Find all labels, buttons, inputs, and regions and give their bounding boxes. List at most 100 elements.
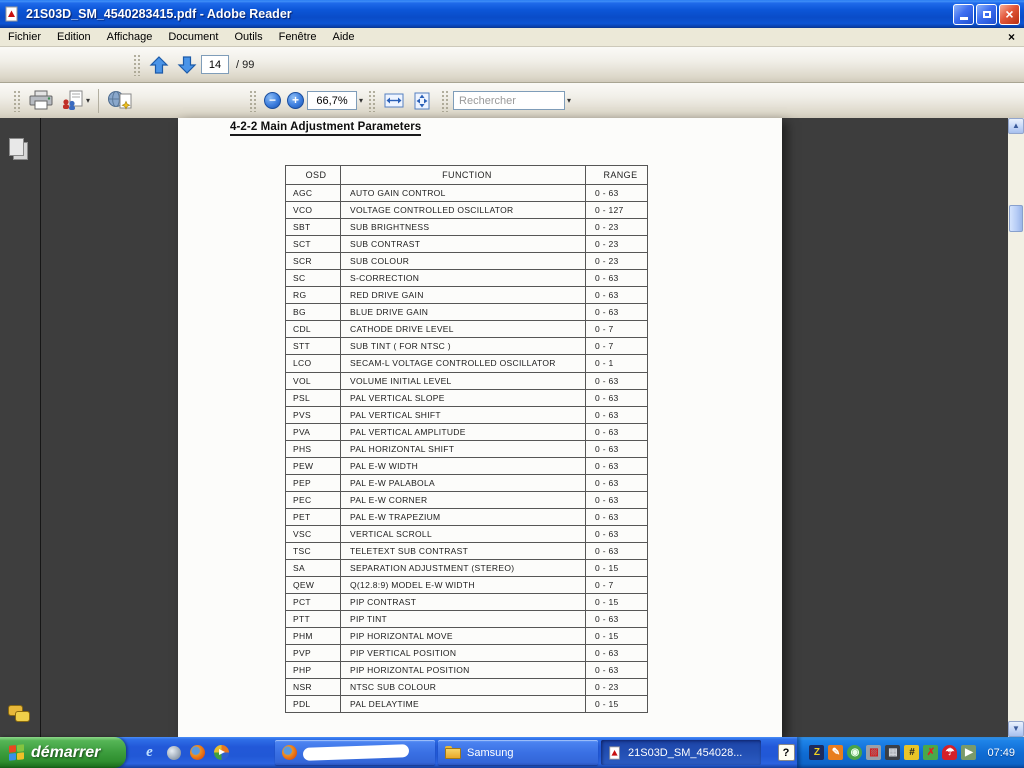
menu-fichier[interactable]: Fichier xyxy=(0,30,49,44)
toolbar-grip[interactable] xyxy=(249,89,257,112)
range-cell: 0 - 7 xyxy=(585,576,648,595)
search-input[interactable] xyxy=(453,91,566,110)
table-row: QEW Q(12.8:9) MODEL E-W WIDTH 0 - 7 xyxy=(285,576,648,595)
menu-outils[interactable]: Outils xyxy=(226,30,270,44)
parameters-table: OSD FUNCTION RANGE AGC AUTO GAIN CONTROL… xyxy=(285,165,648,714)
zoom-dropdown-caret-icon[interactable]: ▾ xyxy=(359,96,363,105)
create-pdf-online-button[interactable] xyxy=(104,88,136,113)
internet-explorer-icon[interactable]: e xyxy=(142,744,157,760)
print-button[interactable] xyxy=(25,88,57,113)
function-cell: VERTICAL SCROLL xyxy=(340,524,586,543)
desktop: 21S03D_SM_4540283415.pdf - Adobe Reader … xyxy=(0,0,1024,768)
comments-tab-icon[interactable] xyxy=(8,705,30,723)
function-cell: PAL HORIZONTAL SHIFT xyxy=(340,439,586,458)
next-page-button[interactable] xyxy=(173,52,201,78)
table-row: SC S-CORRECTION 0 - 63 xyxy=(285,269,648,288)
table-row: SA SEPARATION ADJUSTMENT (STEREO) 0 - 15 xyxy=(285,559,648,578)
previous-page-button[interactable] xyxy=(145,52,173,78)
toolbar-grip[interactable] xyxy=(441,89,449,112)
range-cell: 0 - 63 xyxy=(585,507,648,526)
close-document-icon[interactable]: × xyxy=(1008,31,1015,43)
pdf-page: 4-2-2 Main Adjustment Parameters OSD FUN… xyxy=(178,118,782,737)
zonealarm-tray-icon[interactable]: Z xyxy=(809,745,825,760)
table-row: BG BLUE DRIVE GAIN 0 - 63 xyxy=(285,303,648,322)
taskbar-button-samsung[interactable]: Samsung xyxy=(438,740,598,765)
menu-fenetre[interactable]: Fenêtre xyxy=(271,30,325,44)
vertical-scrollbar[interactable]: ▲ ▼ xyxy=(1008,118,1024,737)
range-cell: 0 - 63 xyxy=(585,269,648,288)
start-button[interactable]: démarrer xyxy=(0,737,126,768)
zoom-level-input[interactable] xyxy=(307,91,358,110)
table-row: PHM PIP HORIZONTAL MOVE 0 - 15 xyxy=(285,627,648,646)
scrollbar-thumb[interactable] xyxy=(1009,205,1023,232)
toolbar-separator xyxy=(98,88,100,113)
media-player-icon[interactable] xyxy=(214,745,229,760)
pointer-tray-icon[interactable]: ▶ xyxy=(961,745,977,760)
osd-cell: BG xyxy=(285,303,341,322)
table-row: PEP PAL E-W PALABOLA 0 - 63 xyxy=(285,473,648,492)
function-cell: PIP HORIZONTAL MOVE xyxy=(340,627,586,646)
zoom-in-button[interactable]: + xyxy=(287,92,305,109)
network-users-tray-icon[interactable]: ✗ xyxy=(923,745,939,760)
zoom-cluster: − + ▾ xyxy=(244,89,571,113)
help-tray-button[interactable]: ? xyxy=(775,737,797,768)
restore-button[interactable] xyxy=(976,3,997,25)
toolbar-grip[interactable] xyxy=(133,53,140,76)
column-header-function: FUNCTION xyxy=(340,165,586,185)
function-cell: SUB BRIGHTNESS xyxy=(340,218,586,237)
column-header-osd: OSD xyxy=(285,165,341,185)
messenger-icon[interactable] xyxy=(166,745,181,760)
fit-page-button[interactable] xyxy=(408,89,436,113)
function-cell: PIP TINT xyxy=(340,610,586,629)
menu-document[interactable]: Document xyxy=(160,30,226,44)
minimize-button[interactable] xyxy=(953,3,974,25)
taskbar-clock: 07:49 xyxy=(987,746,1015,759)
function-cell: VOLUME INITIAL LEVEL xyxy=(340,371,586,390)
range-cell: 0 - 15 xyxy=(585,593,648,612)
minimize-icon xyxy=(959,17,968,20)
taskbar-button-label: 21S03D_SM_454028... xyxy=(628,746,743,759)
fit-width-button[interactable] xyxy=(380,89,408,113)
menu-edition[interactable]: Edition xyxy=(49,30,99,44)
page-number-input[interactable] xyxy=(201,55,229,74)
scroll-down-button[interactable]: ▼ xyxy=(1008,721,1024,737)
osd-cell: SC xyxy=(285,269,341,288)
utility-tray-icon[interactable]: # xyxy=(904,745,920,760)
function-cell: SEPARATION ADJUSTMENT (STEREO) xyxy=(340,559,586,578)
close-button[interactable]: × xyxy=(999,3,1020,25)
table-row: VSC VERTICAL SCROLL 0 - 63 xyxy=(285,524,648,543)
table-row: SCR SUB COLOUR 0 - 23 xyxy=(285,252,648,271)
taskbar-button-firefox[interactable] xyxy=(275,740,435,765)
window-titlebar: 21S03D_SM_4540283415.pdf - Adobe Reader … xyxy=(0,0,1024,28)
function-cell: BLUE DRIVE GAIN xyxy=(340,303,586,322)
search-dropdown-caret-icon[interactable]: ▾ xyxy=(567,96,571,105)
osd-cell: PET xyxy=(285,507,341,526)
toolbar-grip[interactable] xyxy=(368,89,376,112)
menu-aide[interactable]: Aide xyxy=(325,30,363,44)
close-icon: × xyxy=(1005,6,1014,22)
firefox-icon[interactable] xyxy=(190,745,205,760)
range-cell: 0 - 63 xyxy=(585,490,648,509)
email-share-button[interactable]: ▾ xyxy=(57,88,93,113)
osd-cell: TSC xyxy=(285,541,341,561)
menu-affichage[interactable]: Affichage xyxy=(99,30,161,44)
column-header-range: RANGE xyxy=(585,165,648,185)
function-cell: SUB TINT ( FOR NTSC ) xyxy=(340,337,586,356)
writing-tool-tray-icon[interactable]: ✎ xyxy=(828,745,844,760)
pages-tab-icon[interactable] xyxy=(9,138,28,160)
badge-tray-icon[interactable]: ◉ xyxy=(847,745,863,760)
toolbar-grip[interactable] xyxy=(13,89,20,112)
osd-cell: SCT xyxy=(285,235,341,254)
scroll-up-button[interactable]: ▲ xyxy=(1008,118,1024,134)
page-count-label: / 99 xyxy=(236,58,255,71)
avira-antivirus-tray-icon[interactable]: ☂ xyxy=(942,745,958,760)
display-tray-icon[interactable]: ▦ xyxy=(885,745,901,760)
shield-tray-icon[interactable]: ▨ xyxy=(866,745,882,760)
range-cell: 0 - 23 xyxy=(585,678,648,697)
function-cell: TELETEXT SUB CONTRAST xyxy=(340,541,586,561)
zoom-out-button[interactable]: − xyxy=(264,92,282,109)
function-cell: PAL E-W TRAPEZIUM xyxy=(340,507,586,526)
range-cell: 0 - 63 xyxy=(585,286,648,305)
table-row: PVP PIP VERTICAL POSITION 0 - 63 xyxy=(285,644,648,663)
taskbar-button-pdf[interactable]: 21S03D_SM_454028... xyxy=(601,740,761,765)
